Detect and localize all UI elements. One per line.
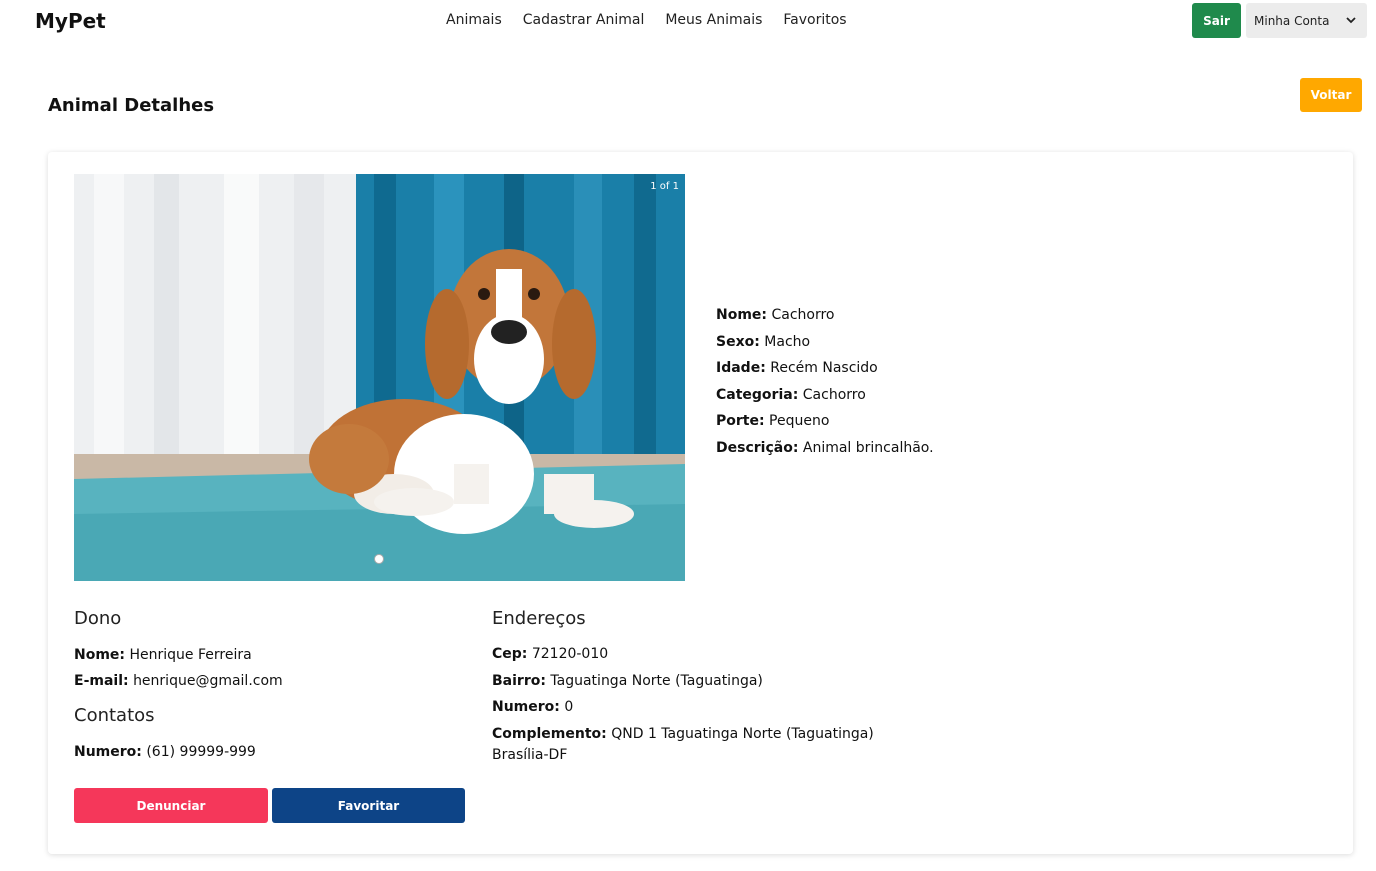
animal-sex: Macho: [764, 333, 811, 350]
owner-name: Henrique Ferreira: [129, 647, 252, 663]
nav-links: Animais Cadastrar Animal Meus Animais Fa…: [446, 12, 847, 28]
animal-category-row: Categoria: Cachorro: [716, 386, 866, 403]
animal-sex-row: Sexo: Macho: [716, 333, 811, 350]
address-cep-row: Cep: 72120-010: [492, 646, 609, 662]
address-cep: 72120-010: [531, 646, 609, 662]
contact-number-row: Numero: (61) 99999-999: [74, 744, 256, 760]
animal-category: Cachorro: [802, 386, 866, 403]
back-button[interactable]: Voltar: [1300, 78, 1362, 112]
chevron-down-icon: [1346, 17, 1356, 24]
animal-age-row: Idade: Recém Nascido: [716, 360, 878, 376]
address-complement-row: Complemento: QND 1 Taguatinga Norte (Tag…: [492, 725, 874, 742]
nav-link-meus-animais[interactable]: Meus Animais: [665, 12, 762, 28]
animal-size: Pequeno: [769, 413, 830, 429]
image-carousel[interactable]: 1 of 1: [74, 174, 685, 581]
animal-size-row: Porte: Pequeno: [716, 413, 830, 429]
report-button[interactable]: Denunciar: [74, 788, 268, 823]
address-number-row: Numero: 0: [492, 699, 574, 715]
animal-info: Nome: Cachorro Sexo: Macho Idade: Recém …: [716, 302, 934, 461]
account-dropdown-label: Minha Conta: [1254, 13, 1330, 28]
animal-age: Recém Nascido: [770, 360, 878, 376]
favorite-button[interactable]: Favoritar: [272, 788, 465, 823]
address-neighborhood-row: Bairro: Taguatinga Norte (Taguatinga): [492, 672, 763, 689]
carousel-indicator-dot[interactable]: [374, 554, 384, 564]
address-complement: QND 1 Taguatinga Norte (Taguatinga): [611, 725, 874, 742]
owner-email: henrique@gmail.com: [133, 673, 283, 689]
owner-email-row: E-mail: henrique@gmail.com: [74, 673, 283, 689]
animal-photo: [74, 174, 685, 581]
address-info: Cep: 72120-010 Bairro: Taguatinga Norte …: [492, 641, 874, 765]
animal-name-row: Nome: Cachorro: [716, 307, 835, 323]
address-neighborhood: Taguatinga Norte (Taguatinga): [550, 672, 763, 689]
slide-counter: 1 of 1: [650, 181, 679, 192]
page-title: Animal Detalhes: [48, 95, 215, 116]
animal-description-row: Descrição: Animal brincalhão.: [716, 439, 934, 456]
address-section-title: Endereços: [492, 608, 586, 629]
owner-section-title: Dono: [74, 608, 122, 629]
address-number: 0: [564, 699, 574, 715]
owner-name-row: Nome: Henrique Ferreira: [74, 647, 252, 663]
navbar: MyPet Animais Cadastrar Animal Meus Anim…: [0, 0, 1376, 42]
contacts-section-title: Contatos: [74, 705, 155, 726]
nav-link-animais[interactable]: Animais: [446, 12, 502, 28]
brand-logo[interactable]: MyPet: [35, 9, 106, 33]
animal-name: Cachorro: [771, 307, 835, 323]
address-city: Brasília-DF: [492, 746, 568, 763]
nav-link-favoritos[interactable]: Favoritos: [783, 12, 846, 28]
animal-details-card: 1 of 1 Nome: Cachorro Sexo: Macho Idade:…: [48, 152, 1353, 854]
contact-number: (61) 99999-999: [146, 744, 256, 760]
account-dropdown[interactable]: Minha Conta: [1246, 3, 1367, 38]
logout-button[interactable]: Sair: [1192, 3, 1241, 38]
animal-description: Animal brincalhão.: [802, 439, 934, 456]
nav-link-cadastrar-animal[interactable]: Cadastrar Animal: [523, 12, 645, 28]
contacts-info: Numero: (61) 99999-999: [74, 739, 256, 765]
owner-info: Nome: Henrique Ferreira E-mail: henrique…: [74, 642, 283, 694]
